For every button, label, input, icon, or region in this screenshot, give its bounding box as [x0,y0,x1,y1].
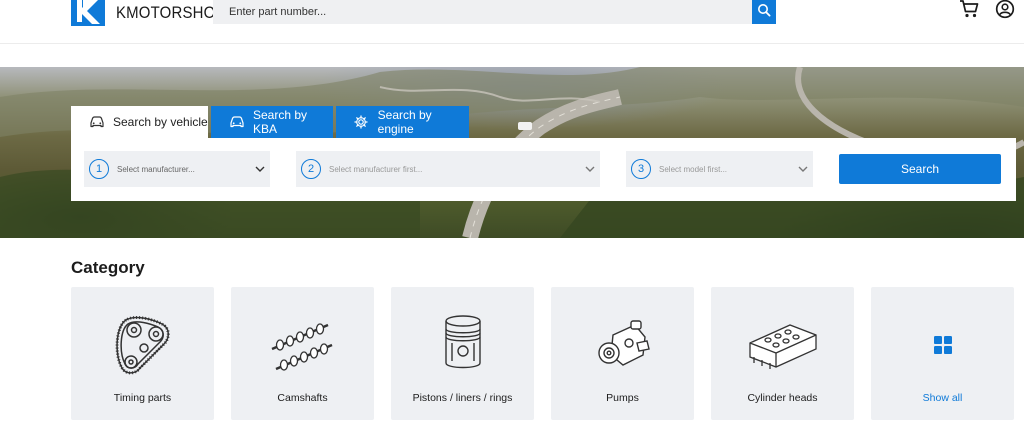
select-placeholder: Select model first... [659,164,728,174]
car-icon [89,115,105,129]
tab-label: Search by KBA [253,108,308,136]
category-label: Pumps [606,392,639,404]
category-card-pumps[interactable]: Pumps [551,287,694,420]
category-label: Cylinder heads [747,392,818,404]
category-card-timing-parts[interactable]: Timing parts [71,287,214,420]
brand-name: KMOTORSHOP [116,3,226,22]
chevron-down-icon [250,166,270,172]
engine-gear-icon [354,115,370,129]
type-select[interactable]: 3 Select model first... [626,151,813,187]
cart-button[interactable] [958,0,980,22]
site-header: KMOTORSHOP [0,0,1024,44]
select-placeholder: Select manufacturer first... [329,164,423,174]
tab-label: Search by vehicle [113,115,208,129]
tab-search-by-engine[interactable]: Search by engine [336,106,469,138]
search-button[interactable] [752,0,776,24]
chevron-down-icon [793,166,813,172]
category-label: Camshafts [277,392,328,404]
step-number: 1 [89,159,109,179]
select-placeholder: Select manufacturer... [117,164,195,174]
cart-icon [959,0,979,24]
chevron-down-icon [580,166,600,172]
tab-label: Search by engine [377,108,432,136]
cylinder-head-icon [711,309,854,381]
category-card-camshafts[interactable]: Camshafts [231,287,374,420]
timing-belt-icon [71,309,214,381]
category-card-cylinder-heads[interactable]: Cylinder heads [711,287,854,420]
account-icon [995,0,1015,24]
account-button[interactable] [994,0,1016,22]
manufacturer-select[interactable]: 1 Select manufacturer... [84,151,270,187]
tab-search-by-kba[interactable]: Search by KBA [211,106,333,138]
show-all-link[interactable]: Show all [871,392,1014,404]
category-card-pistons[interactable]: Pistons / liners / rings [391,287,534,420]
camshaft-icon [231,309,374,381]
step-number: 2 [301,159,321,179]
category-label: Pistons / liners / rings [412,392,513,404]
category-card-show-all[interactable]: Show all [871,287,1014,420]
tab-search-by-vehicle[interactable]: Search by vehicle [71,106,208,138]
grid-icon [871,309,1014,381]
step-number: 3 [631,159,651,179]
category-label: Timing parts [113,392,172,404]
vehicle-search-panel: 1 Select manufacturer... 2 Select manufa… [71,138,1016,201]
part-search-input[interactable] [213,0,752,24]
category-title: Category [71,258,145,277]
model-select[interactable]: 2 Select manufacturer first... [296,151,600,187]
car-icon [229,115,245,129]
vehicle-search-button[interactable]: Search [839,154,1001,184]
logo-mark-icon [70,0,106,26]
pump-icon [551,309,694,381]
search-icon [757,3,771,22]
part-search-bar [213,0,776,24]
piston-icon [391,309,534,381]
